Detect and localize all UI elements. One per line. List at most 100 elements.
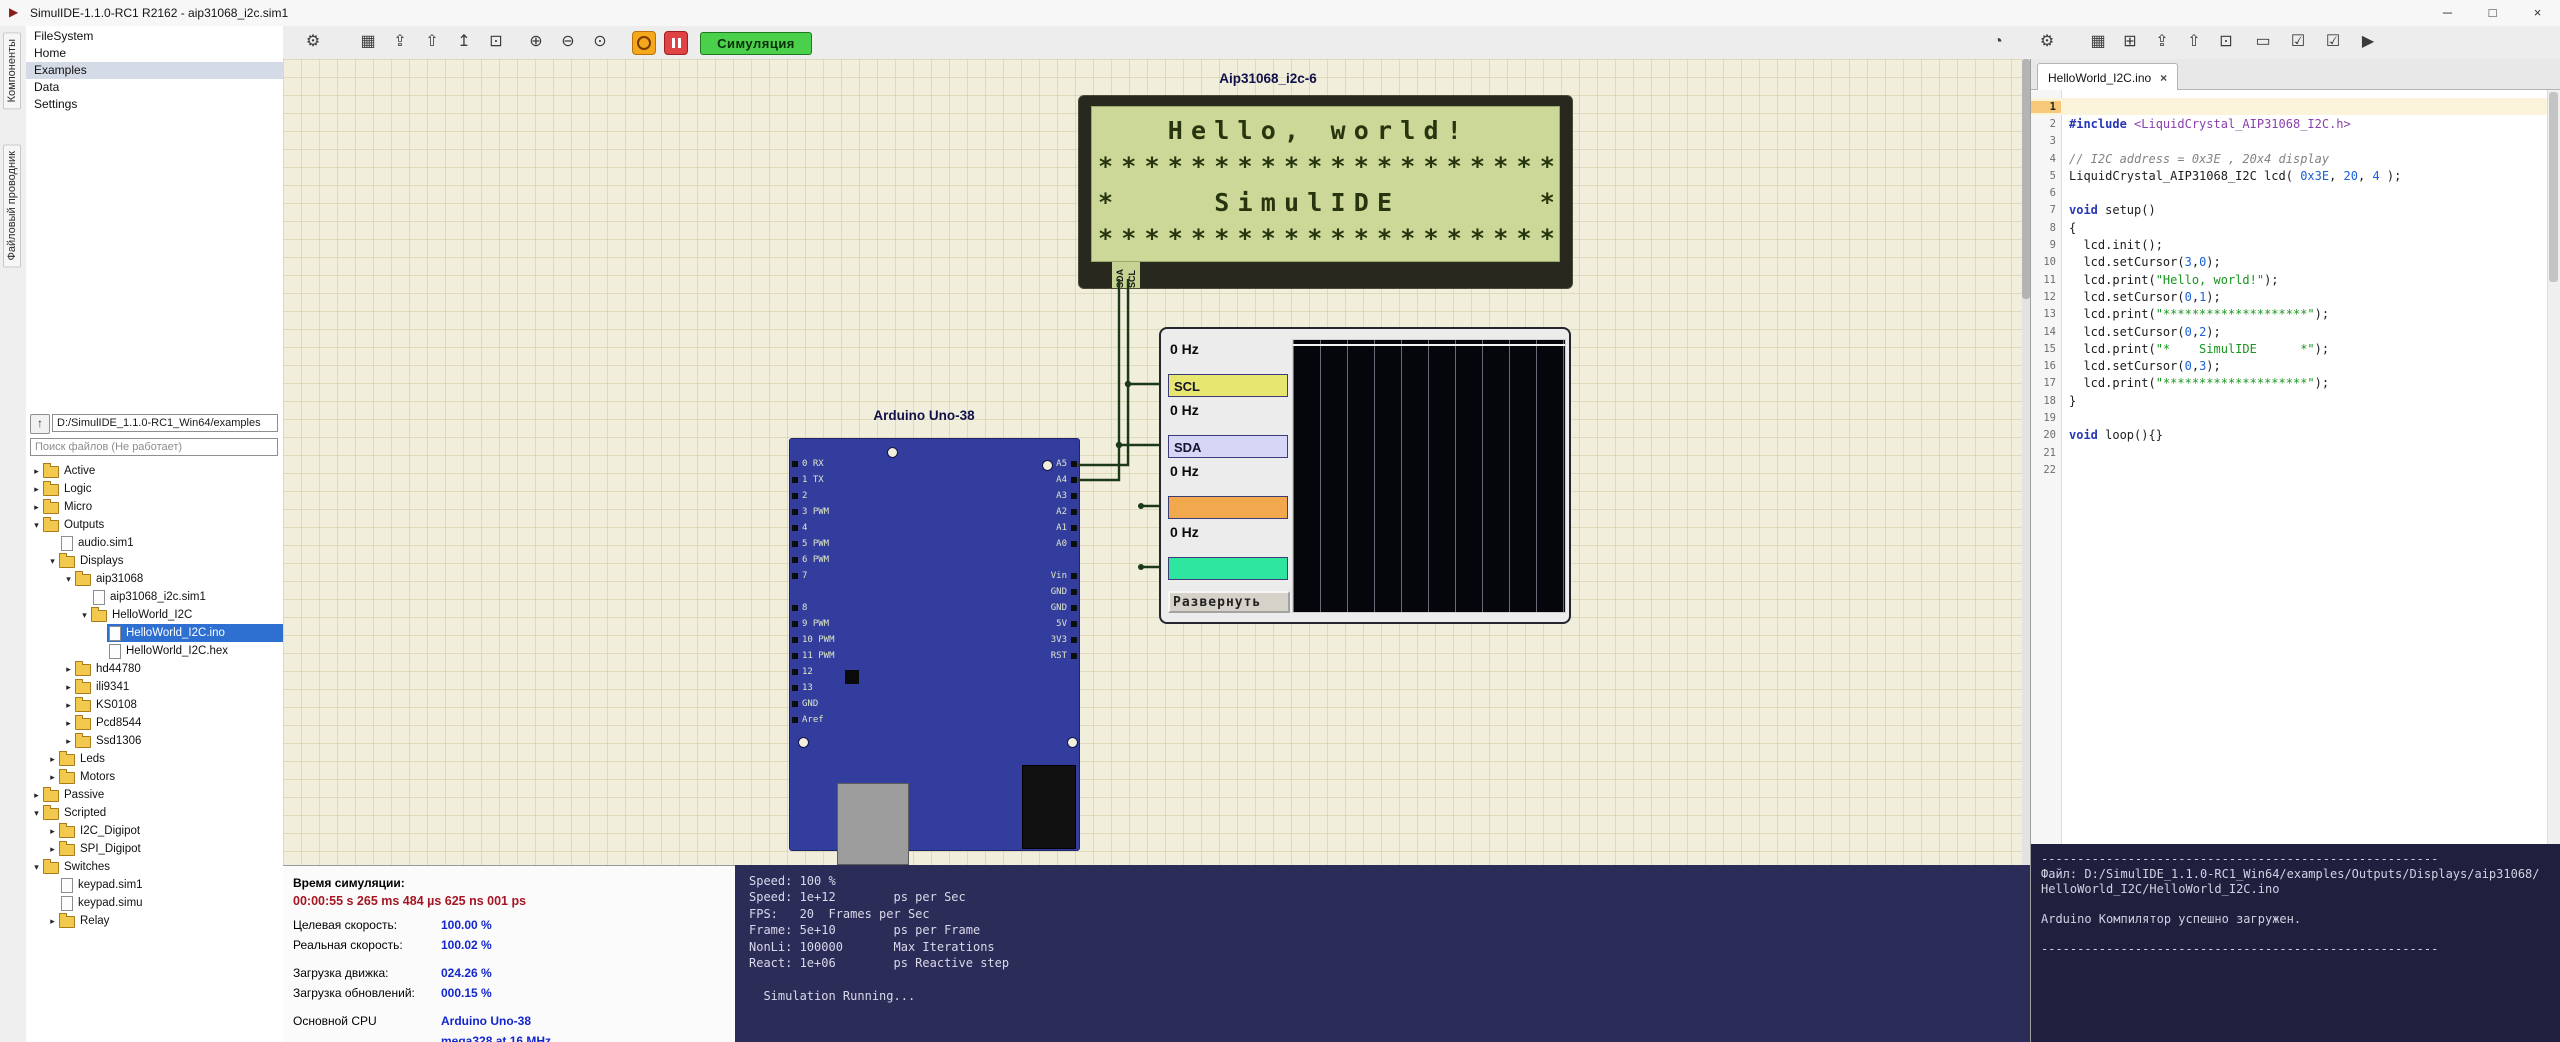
tree-row[interactable]: aip31068_i2c.sim1 — [26, 588, 283, 606]
tree-expand-arrow[interactable]: ▾ — [30, 808, 43, 819]
tree-row[interactable]: ▸SPI_Digipot — [26, 840, 283, 858]
tree-row[interactable]: HelloWorld_I2C.ino — [26, 624, 283, 642]
debugger-icon[interactable]: ▦ — [2085, 29, 2111, 55]
code-line[interactable]: 2#include <LiquidCrystal_AIP31068_I2C.h> — [2031, 115, 2548, 132]
open-file-icon[interactable]: ⇪ — [2149, 29, 2175, 55]
code-line[interactable]: 13 lcd.print("********************"); — [2031, 306, 2548, 323]
file-search-input[interactable] — [30, 438, 278, 456]
tree-expand-arrow[interactable]: ▸ — [62, 700, 75, 711]
tree-expand-arrow[interactable]: ▾ — [78, 610, 91, 621]
tree-row[interactable]: ▸Ssd1306 — [26, 732, 283, 750]
circuit-settings-gear-icon[interactable]: ⚙ — [300, 29, 326, 55]
code-line[interactable]: 8{ — [2031, 219, 2548, 236]
code-line[interactable]: 6 — [2031, 184, 2548, 201]
save-circuit-icon[interactable]: ⇧ — [419, 29, 445, 55]
pin-9-pwm[interactable] — [792, 621, 798, 627]
pin-a5[interactable] — [1071, 461, 1077, 467]
pause-button[interactable] — [664, 31, 688, 55]
code-line[interactable]: 17 lcd.print("********************"); — [2031, 375, 2548, 392]
scrollbar-thumb[interactable] — [2022, 59, 2030, 299]
save-file-icon[interactable]: ⇧ — [2181, 29, 2207, 55]
pin-gnd[interactable] — [1071, 589, 1077, 595]
lcd-display-component[interactable]: Hello, world!********************* Simul… — [1078, 95, 1573, 289]
code-line[interactable]: 1 — [2031, 98, 2548, 115]
editor-settings-gear-icon[interactable]: ⚙ — [2034, 29, 2060, 55]
export-circuit-icon[interactable]: ↥ — [451, 29, 477, 55]
tree-expand-arrow[interactable]: ▾ — [30, 520, 43, 531]
open-circuit-icon[interactable]: ⇪ — [387, 29, 413, 55]
tree-expand-arrow[interactable]: ▾ — [46, 556, 59, 567]
tree-row[interactable]: ▸KS0108 — [26, 696, 283, 714]
code-line[interactable]: 20void loop(){} — [2031, 427, 2548, 444]
tree-expand-arrow[interactable]: ▸ — [46, 844, 59, 855]
place-item-filesystem[interactable]: FileSystem — [26, 28, 283, 45]
pin-7[interactable] — [792, 573, 798, 579]
tree-row[interactable]: ▸ili9341 — [26, 678, 283, 696]
pin-a0[interactable] — [1071, 541, 1077, 547]
place-item-settings[interactable]: Settings — [26, 96, 283, 113]
pin-5-pwm[interactable] — [792, 541, 798, 547]
code-line[interactable]: 3 — [2031, 133, 2548, 150]
tree-expand-arrow[interactable]: ▾ — [30, 862, 43, 873]
code-line[interactable]: 7void setup() — [2031, 202, 2548, 219]
tab-file-explorer[interactable]: Файловый проводник — [3, 144, 21, 267]
debug-run-icon[interactable]: ▶ — [2355, 29, 2381, 55]
wire-sda[interactable] — [1078, 279, 1119, 480]
tree-row[interactable]: ▸I2C_Digipot — [26, 822, 283, 840]
tree-expand-arrow[interactable]: ▸ — [30, 484, 43, 495]
pin-5v[interactable] — [1071, 621, 1077, 627]
tree-expand-arrow[interactable]: ▾ — [62, 574, 75, 585]
tree-row[interactable]: ▸Active — [26, 462, 283, 480]
pin-gnd[interactable] — [792, 701, 798, 707]
tab-close-icon[interactable]: × — [2160, 71, 2167, 85]
pin-10-pwm[interactable] — [792, 637, 798, 643]
pin-a1[interactable] — [1071, 525, 1077, 531]
tree-row[interactable]: ▾aip31068 — [26, 570, 283, 588]
pin-12[interactable] — [792, 669, 798, 675]
titlebar[interactable]: ▶ SimulIDE-1.1.0-RC1 R2162 - aip31068_i2… — [0, 0, 2560, 27]
channel-3-label-box[interactable] — [1168, 496, 1288, 519]
wire-scl[interactable] — [1078, 279, 1128, 465]
code-editor[interactable]: 12#include <LiquidCrystal_AIP31068_I2C.h… — [2031, 90, 2560, 844]
tree-expand-arrow[interactable]: ▸ — [62, 682, 75, 693]
serial-monitor-icon[interactable]: ▭ — [2250, 29, 2276, 55]
circuit-canvas[interactable]: Aip31068_i2c-6 Hello, world!************… — [283, 59, 2022, 865]
code-line[interactable]: 5LiquidCrystal_AIP31068_I2C lcd( 0x3E, 2… — [2031, 167, 2548, 184]
code-line[interactable]: 19 — [2031, 409, 2548, 426]
code-line[interactable]: 16 lcd.setCursor(0,3); — [2031, 357, 2548, 374]
tree-expand-arrow[interactable]: ▸ — [62, 718, 75, 729]
code-line[interactable]: 9 lcd.init(); — [2031, 236, 2548, 253]
channel-2-label-box[interactable]: SDA — [1168, 435, 1288, 458]
code-line[interactable]: 14 lcd.setCursor(0,2); — [2031, 323, 2548, 340]
code-line[interactable]: 10 lcd.setCursor(3,0); — [2031, 254, 2548, 271]
pin-vin[interactable] — [1071, 573, 1077, 579]
tree-expand-arrow[interactable]: ▸ — [62, 664, 75, 675]
tree-expand-arrow[interactable]: ▸ — [30, 502, 43, 513]
scrollbar-thumb[interactable] — [2549, 92, 2558, 282]
logic-analyzer-component[interactable]: 0 HzSCL0 HzSDA0 Hz0 Hz Развернуть — [1159, 327, 1571, 624]
maximize-button[interactable]: □ — [2470, 0, 2515, 25]
tree-row[interactable]: ▾Outputs — [26, 516, 283, 534]
code-line[interactable]: 22 — [2031, 461, 2548, 478]
zoom-fit-icon[interactable]: ⊙ — [587, 29, 613, 55]
pin-aref[interactable] — [792, 717, 798, 723]
pin-rst[interactable] — [1071, 653, 1077, 659]
tree-row[interactable]: ▾Displays — [26, 552, 283, 570]
components-grid-icon[interactable]: ▦ — [355, 29, 381, 55]
pin-1-tx[interactable] — [792, 477, 798, 483]
tree-row[interactable]: HelloWorld_I2C.hex — [26, 642, 283, 660]
place-item-home[interactable]: Home — [26, 45, 283, 62]
pin-gnd[interactable] — [1071, 605, 1077, 611]
place-item-data[interactable]: Data — [26, 79, 283, 96]
pin-13[interactable] — [792, 685, 798, 691]
pin-4[interactable] — [792, 525, 798, 531]
minimize-button[interactable]: ─ — [2425, 0, 2470, 25]
place-item-examples[interactable]: Examples — [26, 62, 283, 79]
pin-3-pwm[interactable] — [792, 509, 798, 515]
code-line[interactable]: 21 — [2031, 444, 2548, 461]
tree-expand-arrow[interactable]: ▸ — [46, 772, 59, 783]
tree-row[interactable]: ▾Scripted — [26, 804, 283, 822]
pin-a3[interactable] — [1071, 493, 1077, 499]
tree-row[interactable]: ▸Micro — [26, 498, 283, 516]
tree-row[interactable]: ▸Logic — [26, 480, 283, 498]
